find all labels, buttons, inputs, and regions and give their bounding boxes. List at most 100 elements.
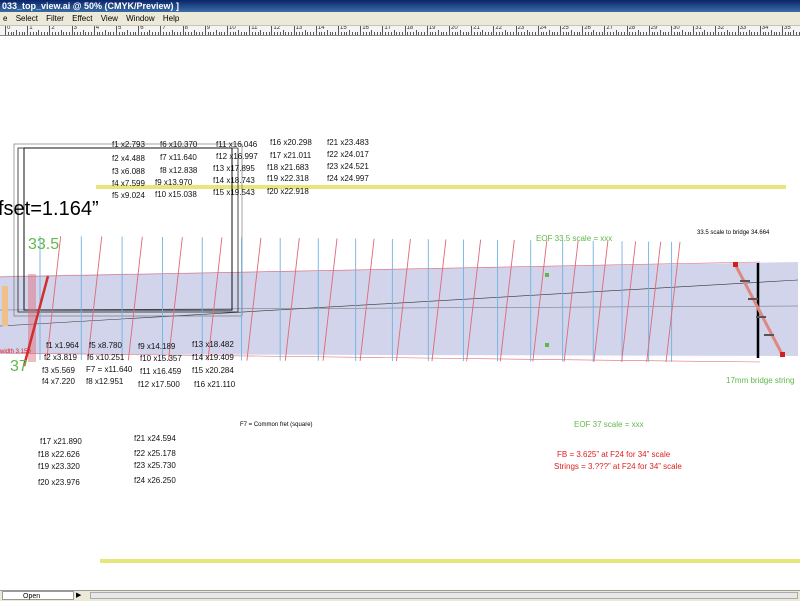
fret-label-bottom: f24 x26.250 — [134, 476, 176, 485]
ruler-tick — [368, 32, 370, 35]
ruler-number: 17 — [384, 26, 392, 31]
ruler-tick — [5, 26, 6, 35]
ruler-tick — [362, 32, 364, 35]
ruler-number: 18 — [406, 26, 414, 31]
ruler-tick — [584, 32, 586, 35]
fret-label-bottom: f6 x10.251 — [87, 353, 125, 362]
ruler-tick — [249, 26, 251, 35]
ruler-tick — [251, 32, 253, 35]
ruler-tick — [235, 32, 237, 35]
fret-label-bottom: f20 x23.976 — [38, 478, 80, 487]
ruler-tick — [540, 32, 542, 35]
ruler-number: 12 — [273, 26, 281, 31]
ruler-tick — [429, 32, 431, 35]
ruler-tick — [449, 26, 450, 35]
ruler-number: 24 — [539, 26, 547, 31]
ruler-tick — [693, 26, 695, 35]
ruler-tick — [521, 32, 523, 35]
ruler-tick — [229, 32, 231, 35]
ruler-tick — [676, 32, 678, 35]
fret-label-bottom: f8 x12.951 — [86, 377, 124, 386]
window-title: 033_top_view.ai @ 50% (CMYK/Preview) ] — [0, 0, 800, 12]
fret-label-top: f13 x17.895 — [213, 164, 255, 173]
ruler-tick — [671, 26, 672, 35]
ruler-tick — [551, 32, 553, 35]
ruler-tick — [271, 26, 273, 35]
ruler-tick — [615, 30, 617, 35]
ruler-number: 7 — [162, 26, 166, 31]
ruler-tick — [632, 32, 634, 35]
ruler-number: 35 — [784, 26, 791, 31]
ruler-tick — [68, 32, 70, 35]
ruler-tick — [213, 32, 215, 35]
ruler-tick — [143, 32, 145, 35]
menu-item[interactable]: e — [0, 12, 10, 25]
ruler-tick — [99, 32, 101, 35]
ruler-tick — [385, 32, 387, 35]
menu-item[interactable]: View — [98, 12, 121, 25]
ruler-tick — [299, 32, 301, 35]
ruler-tick — [485, 32, 487, 35]
ruler-tick — [487, 32, 489, 35]
ruler-number: 21 — [473, 26, 480, 31]
ruler-tick — [476, 32, 478, 35]
ruler-tick — [718, 32, 720, 35]
menu-item[interactable]: Select — [13, 12, 41, 25]
horizontal-scrollbar[interactable] — [90, 592, 798, 599]
ruler-tick — [682, 30, 684, 35]
fret-label-bottom: f3 x5.569 — [42, 366, 75, 375]
ruler-number: 14 — [317, 26, 325, 31]
bridge-length-label: 33.5 scale to bridge 34.664 — [697, 230, 770, 236]
ruler-tick — [737, 26, 739, 35]
ruler-tick — [668, 32, 670, 35]
ruler-tick — [257, 32, 259, 35]
menu-item[interactable]: Effect — [69, 12, 95, 25]
ruler-tick — [91, 32, 93, 35]
ruler-tick — [276, 32, 278, 35]
ruler-tick — [13, 32, 15, 35]
ruler-tick — [637, 30, 639, 35]
status-mode-dropdown[interactable]: Open — [2, 591, 74, 600]
ruler-tick — [454, 32, 456, 35]
ruler-tick — [246, 32, 248, 35]
ruler-tick — [224, 32, 226, 35]
artboard-canvas[interactable]: f1 x2.793 f2 x4.488 f3 x6.088 f4 x7.599 … — [0, 36, 800, 590]
ruler-tick — [793, 30, 795, 35]
ruler-tick — [10, 32, 12, 35]
menu-item[interactable]: Help — [160, 12, 182, 25]
ruler-tick — [501, 32, 503, 35]
ruler-tick — [82, 30, 84, 35]
ruler-tick — [504, 30, 506, 35]
ruler-tick — [202, 32, 204, 35]
ruler-tick — [532, 32, 534, 35]
ruler-tick — [121, 32, 123, 35]
ruler-tick — [573, 32, 575, 35]
ruler-tick — [712, 32, 714, 35]
ruler-tick — [254, 32, 256, 35]
strings-note: Strings = 3.???” at F24 for 34” scale — [554, 462, 682, 471]
fretboard-note: FB = 3.625” at F24 for 34” scale — [557, 450, 671, 459]
ruler-tick — [784, 32, 786, 35]
ruler-tick — [623, 32, 625, 35]
ruler-tick — [168, 32, 170, 35]
ruler-tick — [432, 32, 434, 35]
ruler-tick — [465, 32, 467, 35]
ruler-tick — [726, 30, 728, 35]
ruler-tick — [762, 32, 764, 35]
ruler-tick — [315, 26, 317, 35]
fret-label-bottom: f9 x14.189 — [138, 342, 176, 351]
ruler-number: 2 — [51, 26, 55, 31]
ruler-tick — [657, 32, 659, 35]
ruler-tick — [343, 32, 345, 35]
menu-item[interactable]: Window — [123, 12, 157, 25]
eof-marker-bottom — [545, 343, 549, 347]
ruler-tick — [307, 32, 309, 35]
ruler-tick — [745, 32, 747, 35]
ruler-tick — [715, 26, 717, 35]
fret-label-top: f6 x10.370 — [160, 140, 198, 149]
menu-item[interactable]: Filter — [43, 12, 67, 25]
ruler-tick — [526, 30, 528, 35]
fret-label-top: f3 x6.088 — [112, 167, 145, 176]
bridge-anchor-bottom — [780, 352, 785, 357]
ruler-tick — [529, 32, 531, 35]
